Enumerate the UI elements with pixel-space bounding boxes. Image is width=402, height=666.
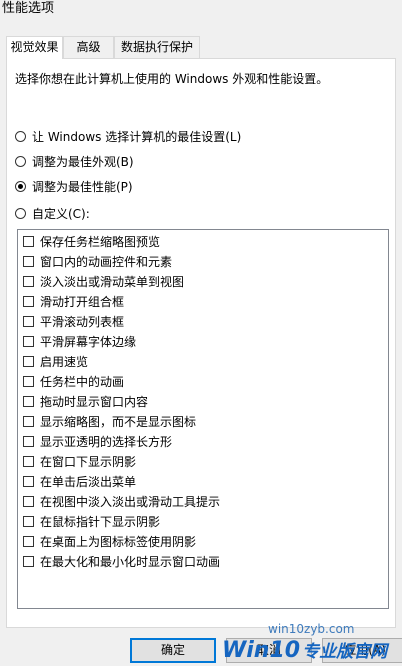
radio-label: 让 Windows 选择计算机的最佳设置(L) bbox=[32, 130, 242, 144]
list-item-label: 在单击后淡出菜单 bbox=[40, 475, 137, 489]
radio-button[interactable] bbox=[15, 208, 26, 219]
radio-button-selected[interactable] bbox=[15, 181, 26, 192]
list-item-label: 保存任务栏缩略图预览 bbox=[40, 235, 161, 249]
list-item-label: 平滑滚动列表框 bbox=[40, 315, 125, 329]
tab-visual-effects[interactable]: 视觉效果 bbox=[6, 36, 63, 59]
checkbox[interactable] bbox=[23, 356, 34, 367]
apply-button[interactable]: 应用(A) bbox=[322, 638, 402, 663]
tab-advanced[interactable]: 高级 bbox=[63, 36, 114, 58]
window-title: 性能选项 bbox=[2, 1, 55, 16]
radio-button[interactable] bbox=[15, 131, 26, 142]
radio-label: 调整为最佳外观(B) bbox=[32, 155, 134, 169]
visual-effects-list[interactable]: 保存任务栏缩略图预览 窗口内的动画控件和元素 淡入淡出或滑动菜单到视图 滑动打开… bbox=[17, 229, 389, 609]
checkbox[interactable] bbox=[23, 536, 34, 547]
list-item-label: 窗口内的动画控件和元素 bbox=[40, 255, 173, 269]
checkbox[interactable] bbox=[23, 416, 34, 427]
list-item-label: 任务栏中的动画 bbox=[40, 375, 125, 389]
list-item-label: 在最大化和最小化时显示窗口动画 bbox=[40, 555, 221, 569]
ok-button[interactable]: 确定 bbox=[130, 638, 216, 663]
tab-data-execution-prevention[interactable]: 数据执行保护 bbox=[114, 36, 200, 58]
list-item-label: 启用速览 bbox=[40, 355, 89, 369]
list-item-label: 平滑屏幕字体边缘 bbox=[40, 335, 137, 349]
tab-strip: 视觉效果 高级 数据执行保护 bbox=[6, 36, 396, 59]
list-item-label: 显示缩略图，而不是显示图标 bbox=[40, 415, 197, 429]
radio-label: 调整为最佳性能(P) bbox=[32, 180, 133, 194]
checkbox[interactable] bbox=[23, 556, 34, 567]
checkbox[interactable] bbox=[23, 316, 34, 327]
watermark-url: win10zyb.com bbox=[268, 622, 355, 636]
list-item-label: 在窗口下显示阴影 bbox=[40, 455, 137, 469]
checkbox[interactable] bbox=[23, 456, 34, 467]
checkbox[interactable] bbox=[23, 496, 34, 507]
cancel-button[interactable]: 取消 bbox=[226, 638, 312, 663]
list-item-label: 显示亚透明的选择长方形 bbox=[40, 435, 173, 449]
checkbox[interactable] bbox=[23, 336, 34, 347]
checkbox[interactable] bbox=[23, 236, 34, 247]
checkbox[interactable] bbox=[23, 376, 34, 387]
intro-text: 选择你想在此计算机上使用的 Windows 外观和性能设置。 bbox=[15, 72, 329, 86]
list-item-label: 在鼠标指针下显示阴影 bbox=[40, 515, 161, 529]
radio-button[interactable] bbox=[15, 156, 26, 167]
list-item-label: 在桌面上为图标标签使用阴影 bbox=[40, 535, 197, 549]
checkbox[interactable] bbox=[23, 516, 34, 527]
checkbox[interactable] bbox=[23, 476, 34, 487]
list-item-label: 在视图中淡入淡出或滑动工具提示 bbox=[40, 495, 221, 509]
list-item-label: 滑动打开组合框 bbox=[40, 295, 125, 309]
list-item-label: 淡入淡出或滑动菜单到视图 bbox=[40, 275, 185, 289]
checkbox[interactable] bbox=[23, 396, 34, 407]
checkbox[interactable] bbox=[23, 296, 34, 307]
checkbox[interactable] bbox=[23, 436, 34, 447]
radio-label: 自定义(C): bbox=[32, 207, 90, 221]
checkbox[interactable] bbox=[23, 256, 34, 267]
visual-effects-panel: 选择你想在此计算机上使用的 Windows 外观和性能设置。 让 Windows… bbox=[6, 58, 396, 628]
checkbox[interactable] bbox=[23, 276, 34, 287]
performance-options-dialog: 性能选项 视觉效果 高级 数据执行保护 选择你想在此计算机上使用的 Window… bbox=[0, 0, 402, 666]
list-item-label: 拖动时显示窗口内容 bbox=[40, 395, 149, 409]
